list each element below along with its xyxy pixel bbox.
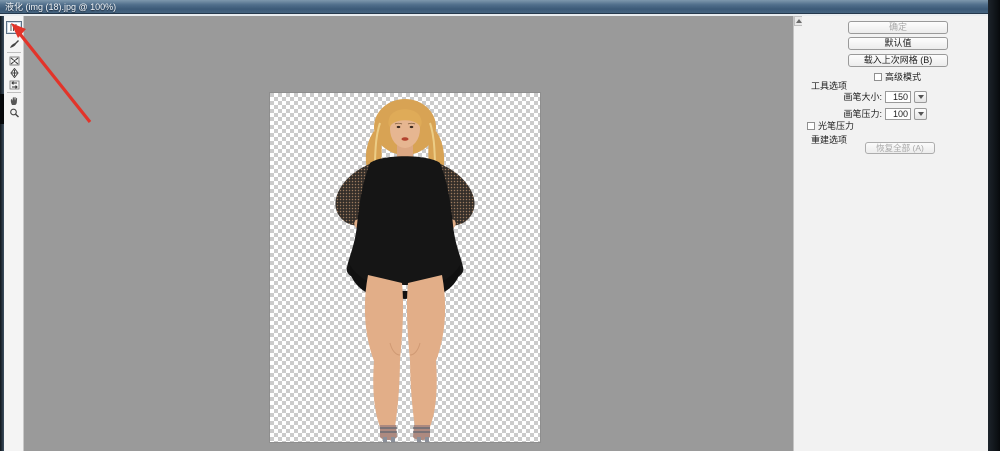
tool-forward-warp[interactable]	[6, 21, 22, 34]
defaults-button[interactable]: 默认值	[848, 37, 948, 50]
magnifier-icon	[9, 108, 20, 118]
stylus-pressure-row[interactable]: 光笔压力	[807, 119, 854, 132]
reconstruct-options-title: 重建选项	[811, 133, 847, 146]
liquify-tool-column	[4, 16, 24, 451]
brush-size-row: 画笔大小: 150	[840, 90, 927, 103]
liquify-options-panel: 确定 默认值 载入上次网格 (B) 高级模式 工具选项 画笔大小: 150 画笔…	[802, 16, 988, 451]
forward-warp-icon	[9, 23, 20, 33]
reconstruct-brush-icon	[9, 39, 20, 49]
chevron-down-icon	[918, 95, 924, 99]
restore-all-button[interactable]: 恢复全部 (A)	[865, 142, 935, 154]
stylus-pressure-checkbox[interactable]	[807, 122, 815, 130]
tool-zoom[interactable]	[6, 106, 22, 119]
pucker-arrows-in-icon	[9, 56, 20, 66]
model-photo-figure	[270, 93, 540, 442]
image-transparent-checkerboard[interactable]	[270, 93, 540, 442]
high-heel-shoes	[380, 425, 430, 442]
ok-button[interactable]: 确定	[848, 21, 948, 34]
brush-pressure-dropdown-button[interactable]	[914, 108, 927, 120]
brush-pressure-input[interactable]: 100	[885, 108, 911, 120]
tool-push-left[interactable]	[6, 78, 22, 91]
window-right-border	[988, 0, 1000, 451]
stylus-pressure-label: 光笔压力	[818, 119, 854, 132]
push-left-icon	[9, 80, 20, 90]
hand-icon	[9, 96, 20, 106]
advanced-mode-checkbox[interactable]	[874, 73, 882, 81]
brush-size-input[interactable]: 150	[885, 91, 911, 103]
chevron-down-icon	[918, 112, 924, 116]
brush-size-dropdown-button[interactable]	[914, 91, 927, 103]
scroll-up-icon	[796, 19, 802, 23]
bloat-arrows-out-icon	[9, 68, 20, 78]
load-last-mesh-button[interactable]: 载入上次网格 (B)	[848, 54, 948, 67]
preview-vertical-scrollbar[interactable]	[793, 16, 802, 451]
window-title-bar[interactable]: 液化 (img (18).jpg @ 100%)	[0, 0, 1000, 14]
tool-group-divider	[7, 52, 21, 53]
advanced-mode-label: 高级模式	[885, 70, 921, 83]
liquify-dialog-window: 液化 (img (18).jpg @ 100%)	[0, 0, 1000, 451]
tool-reconstruct[interactable]	[6, 37, 22, 50]
liquify-preview-canvas[interactable]	[24, 16, 793, 451]
brush-size-label: 画笔大小:	[840, 90, 882, 103]
advanced-mode-row[interactable]: 高级模式	[874, 70, 921, 83]
window-title: 液化 (img (18).jpg @ 100%)	[5, 2, 116, 12]
tool-group-divider	[7, 92, 21, 93]
